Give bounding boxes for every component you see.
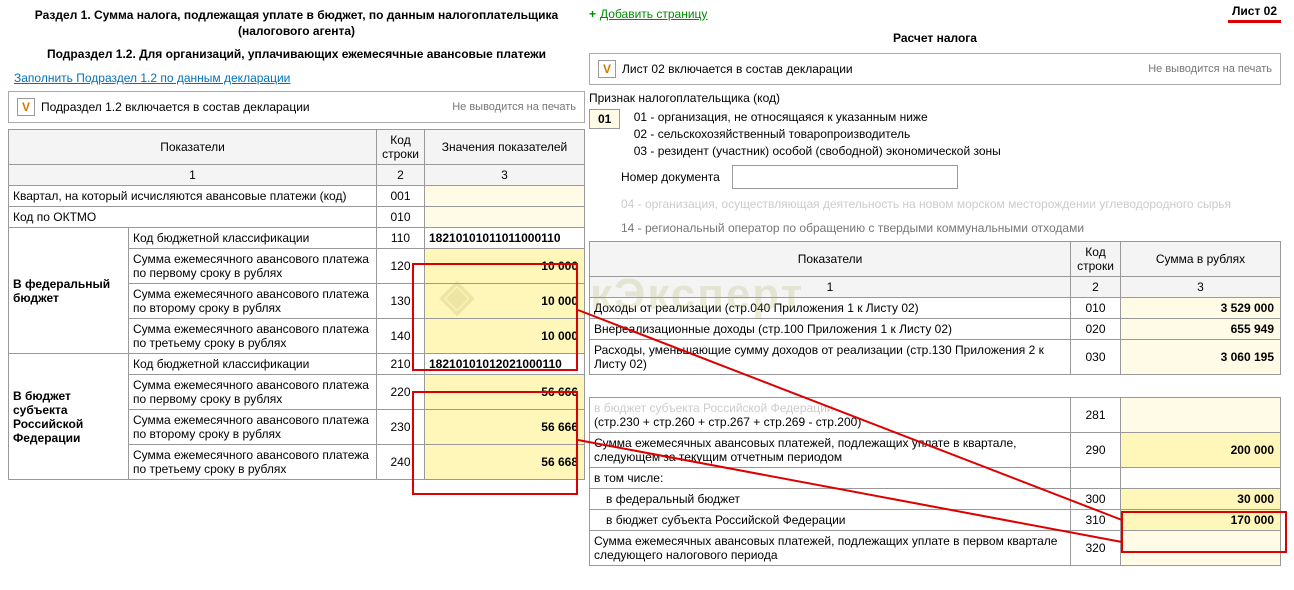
row-label: Расходы, уменьшающие сумму доходов от ре… (590, 340, 1071, 375)
include-label: Лист 02 включается в состав декларации (622, 62, 853, 76)
plus-icon: + (589, 7, 596, 21)
value-cell[interactable]: 3 529 000 (1121, 298, 1281, 319)
docnum-input[interactable] (732, 165, 958, 189)
value-cell[interactable]: 170 000 (1121, 510, 1281, 531)
value-cell[interactable]: 200 000 (1121, 433, 1281, 468)
fed-label: В федеральный бюджет (9, 228, 129, 354)
value-cell[interactable]: 10 000 (425, 319, 585, 354)
list-label: Лист 02 (1228, 4, 1281, 23)
add-page-link[interactable]: Добавить страницу (600, 7, 707, 21)
th-values: Сумма в рублях (1121, 242, 1281, 277)
row-label: Сумма ежемесячных авансовых платежей, по… (590, 433, 1071, 468)
row-label: Квартал, на который исчисляются авансовы… (9, 186, 377, 207)
value-cell[interactable]: 10 000 (425, 284, 585, 319)
row-label: Код по ОКТМО (9, 207, 377, 228)
value-cell[interactable]: 655 949 (1121, 319, 1281, 340)
value-cell[interactable]: 56 668 (425, 445, 585, 480)
row-label: Доходы от реализации (стр.040 Приложения… (590, 298, 1071, 319)
value-cell[interactable]: 56 666 (425, 375, 585, 410)
th-indicators: Показатели (9, 130, 377, 165)
right-table-2: в бюджет субъекта Российской Федерации (… (589, 397, 1281, 566)
noprint-label: Не выводится на печать (452, 101, 576, 113)
docnum-label: Номер документа (621, 170, 720, 184)
section-title: Раздел 1. Сумма налога, подлежащая уплат… (28, 8, 565, 39)
value-cell[interactable]: 56 666 (425, 410, 585, 445)
left-table: Показатели Код строки Значения показател… (8, 129, 585, 480)
noprint-label: Не выводится на печать (1148, 63, 1272, 75)
row-label: Сумма ежемесячных авансовых платежей, по… (590, 531, 1071, 566)
subsection-title: Подраздел 1.2. Для организаций, уплачива… (8, 47, 585, 61)
calc-title: Расчет налога (589, 31, 1281, 45)
row-label: в федеральный бюджет (590, 489, 1071, 510)
value-cell[interactable]: 30 000 (1121, 489, 1281, 510)
include-checkbox[interactable]: V (17, 98, 35, 116)
right-table: Показатели Код строки Сумма в рублях 1 2… (589, 241, 1281, 375)
value-cell[interactable]: 3 060 195 (1121, 340, 1281, 375)
row-label: в бюджет субъекта Российской Федерации (590, 510, 1071, 531)
th-indicators: Показатели (590, 242, 1071, 277)
sign-code[interactable]: 01 (589, 109, 620, 129)
th-code: Код строки (377, 130, 425, 165)
include-label: Подраздел 1.2 включается в состав деклар… (41, 100, 310, 114)
fill-link[interactable]: Заполнить Подраздел 1.2 по данным деклар… (14, 71, 290, 85)
th-values: Значения показателей (425, 130, 585, 165)
value-cell[interactable]: 10 000 (425, 249, 585, 284)
th-code: Код строки (1071, 242, 1121, 277)
sign-title: Признак налогоплательщика (код) (589, 91, 1281, 105)
include-checkbox[interactable]: V (598, 60, 616, 78)
row-label: в том числе: (590, 468, 1071, 489)
row-label: Внереализационные доходы (стр.100 Прилож… (590, 319, 1071, 340)
subj-label: В бюджет субъекта Российской Федерации (9, 354, 129, 480)
